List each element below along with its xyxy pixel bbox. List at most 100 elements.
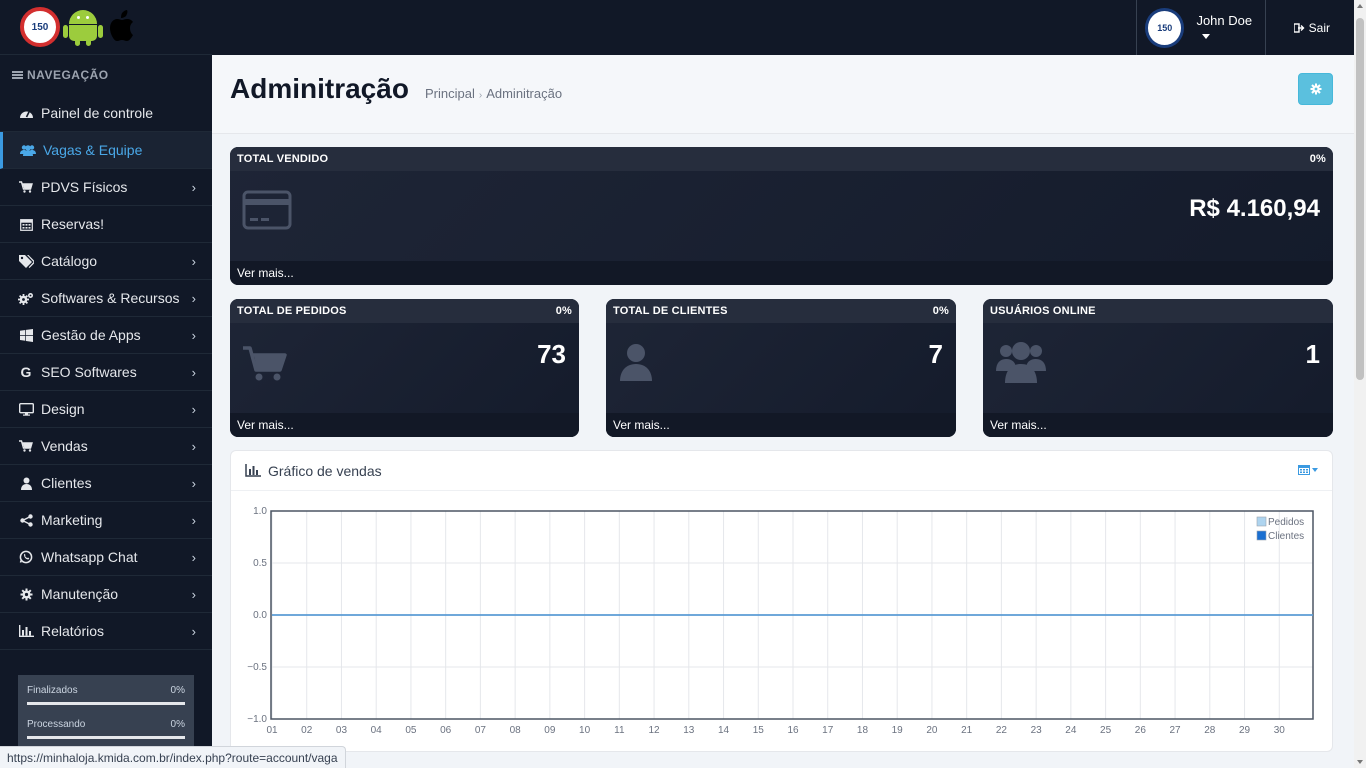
breadcrumb: Principal › Adminitração xyxy=(425,86,562,101)
users-group-icon xyxy=(996,342,1046,383)
sidebar-item-label: Vendas xyxy=(41,438,88,454)
tile-header: TOTAL VENDIDO 0% xyxy=(230,147,1333,171)
sidebar-item[interactable]: Catálogo › xyxy=(0,243,212,280)
chevron-right-icon[interactable]: › xyxy=(192,328,196,343)
chevron-right-icon[interactable]: › xyxy=(192,180,196,195)
avatar[interactable]: 150 xyxy=(1145,7,1185,48)
sidebar-item[interactable]: Design › xyxy=(0,391,212,428)
store-logo[interactable]: 150 xyxy=(20,7,60,47)
scroll-down-arrow-icon[interactable] xyxy=(1357,760,1363,764)
sidebar-item[interactable]: Whatsapp Chat › xyxy=(0,539,212,576)
tile-value: 73 xyxy=(537,339,566,369)
breadcrumb-current[interactable]: Adminitração xyxy=(486,86,562,101)
sidebar-item[interactable]: G SEO Softwares › xyxy=(0,354,212,391)
x-tick-label: 14 xyxy=(718,725,730,736)
progress-box: Finalizados 0% Processando 0% xyxy=(18,675,194,755)
x-tick-label: 18 xyxy=(857,725,869,736)
progress-label: Finalizados xyxy=(27,685,78,696)
sidebar-item[interactable]: PDVS Físicos › xyxy=(0,169,212,206)
sidebar-item[interactable]: Relatórios › xyxy=(0,613,212,650)
chevron-right-icon[interactable]: › xyxy=(192,254,196,269)
avatar-text: 150 xyxy=(1157,22,1173,33)
date-range-button[interactable] xyxy=(1298,464,1318,475)
progress-label: Processando xyxy=(27,719,86,730)
x-tick-label: 16 xyxy=(787,725,799,736)
apple-icon[interactable] xyxy=(106,8,140,46)
tile-total-clients: TOTAL DE CLIENTES 0% 7 Ver mais... xyxy=(606,299,956,437)
scroll-thumb[interactable] xyxy=(1356,18,1364,380)
tile-users-online: USUÁRIOS ONLINE 1 Ver mais... xyxy=(983,299,1333,437)
x-tick-label: 11 xyxy=(614,725,625,736)
x-tick-label: 06 xyxy=(440,725,452,736)
chevron-right-icon[interactable]: › xyxy=(192,513,196,528)
chevron-right-icon[interactable]: › xyxy=(192,402,196,417)
whatsapp-icon xyxy=(18,550,34,564)
chart-title: Gráfico de vendas xyxy=(268,462,382,479)
topbar: 150 John Doe Sair xyxy=(212,0,1354,55)
sidebar-item[interactable]: Painel de controle xyxy=(0,95,212,132)
chevron-right-icon[interactable]: › xyxy=(192,439,196,454)
sales-chart-card: Gráfico de vendas 1.0 0.5 0.0 −0.5 −1.0 01 02 0… xyxy=(230,450,1333,752)
nav-header-label: NAVEGAÇÃO xyxy=(27,68,109,82)
x-tick-label: 25 xyxy=(1100,725,1112,736)
dashboard-icon xyxy=(18,106,34,120)
more-link-label: Ver mais... xyxy=(613,418,670,432)
sidebar-item[interactable]: Gestão de Apps › xyxy=(0,317,212,354)
chevron-right-icon[interactable]: › xyxy=(192,624,196,639)
x-tick-label: 24 xyxy=(1065,725,1077,736)
cogs-icon xyxy=(18,291,34,305)
logout-button[interactable]: Sair xyxy=(1293,0,1330,55)
android-icon[interactable] xyxy=(63,8,103,46)
progress-value: 0% xyxy=(170,719,185,730)
chevron-right-icon[interactable]: › xyxy=(192,550,196,565)
tile-more-link[interactable]: Ver mais... xyxy=(983,413,1333,437)
scroll-up-arrow-icon[interactable] xyxy=(1357,4,1363,8)
progress-bar-processando xyxy=(27,736,185,739)
chevron-right-icon[interactable]: › xyxy=(192,291,196,306)
browser-status-bar: https://minhaloja.kmida.com.br/index.php… xyxy=(0,746,346,768)
tile-header: TOTAL DE CLIENTES 0% xyxy=(606,299,956,323)
sidebar-item[interactable]: Vendas › xyxy=(0,428,212,465)
sidebar-item[interactable]: Clientes › xyxy=(0,465,212,502)
brand-bar: 150 xyxy=(0,0,212,55)
breadcrumb-link-principal[interactable]: Principal xyxy=(425,86,475,101)
tile-more-link[interactable]: Ver mais... xyxy=(230,261,1333,285)
y-tick-label: 0.5 xyxy=(253,558,267,569)
tile-more-link[interactable]: Ver mais... xyxy=(606,413,956,437)
x-tick-label: 29 xyxy=(1239,725,1251,736)
settings-button[interactable] xyxy=(1298,73,1333,105)
y-tick-label: 0.0 xyxy=(253,610,267,621)
caret-down-icon[interactable] xyxy=(1202,33,1211,39)
sidebar-item[interactable]: Vagas & Equipe xyxy=(0,132,212,169)
sidebar-item-label: Softwares & Recursos xyxy=(41,290,180,306)
windows-icon xyxy=(18,328,34,342)
sidebar-item[interactable]: Reservas! xyxy=(0,206,212,243)
legend-label: Clientes xyxy=(1268,531,1304,542)
x-tick-label: 13 xyxy=(683,725,695,736)
x-tick-label: 01 xyxy=(266,725,278,736)
sidebar-item[interactable]: Marketing › xyxy=(0,502,212,539)
x-tick-label: 09 xyxy=(544,725,556,736)
user-name[interactable]: John Doe xyxy=(1196,13,1252,28)
shopping-cart-icon xyxy=(243,346,287,381)
user-menu[interactable]: 150 John Doe xyxy=(1136,0,1266,55)
x-tick-label: 04 xyxy=(371,725,383,736)
chevron-right-icon[interactable]: › xyxy=(192,365,196,380)
share-icon xyxy=(18,513,34,527)
sidebar-item[interactable]: Softwares & Recursos › xyxy=(0,280,212,317)
tile-title: TOTAL VENDIDO xyxy=(237,153,329,165)
chevron-right-icon[interactable]: › xyxy=(192,587,196,602)
sidebar-item[interactable]: Manutenção › xyxy=(0,576,212,613)
chevron-right-icon[interactable]: › xyxy=(192,476,196,491)
tile-more-link[interactable]: Ver mais... xyxy=(230,413,579,437)
sign-out-icon xyxy=(1293,22,1305,33)
sidebar-item-label: Manutenção xyxy=(41,586,119,602)
cart-icon xyxy=(18,180,34,194)
sidebar-item-label: PDVS Físicos xyxy=(41,179,128,195)
x-tick-label: 21 xyxy=(961,725,973,736)
legend-label: Pedidos xyxy=(1268,517,1304,528)
page-scrollbar[interactable] xyxy=(1354,0,1366,768)
nav-list: Painel de controle Vagas & Equipe PDVS Fís… xyxy=(0,95,212,650)
x-tick-label: 19 xyxy=(892,725,904,736)
sidebar-item-label: Vagas & Equipe xyxy=(43,142,143,158)
